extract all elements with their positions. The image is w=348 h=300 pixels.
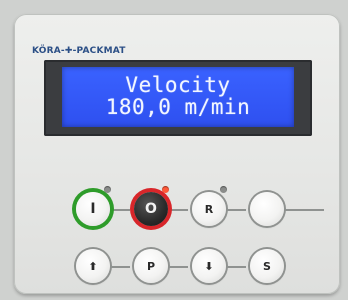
s-label: S [263,259,271,273]
p-button[interactable]: P [134,249,168,283]
connector-line-row2 [168,266,188,268]
control-panel [14,14,340,294]
connector-line-row1 [168,209,188,211]
p-label: P [146,259,156,273]
start-label: I [90,201,96,217]
connector-line-row2 [110,266,130,268]
arrow-down-icon: ⬇ [204,259,214,273]
stop-button[interactable]: O [134,192,168,226]
down-arrow-button[interactable]: ⬇ [192,249,226,283]
start-led [104,186,111,193]
display-line-2: 180,0 m/min [105,95,251,119]
blank-button[interactable] [250,192,284,226]
up-arrow-button[interactable]: ⬆ [76,249,110,283]
stop-led [162,186,169,193]
connector-line-row1 [226,209,246,211]
start-button[interactable]: I [76,192,110,226]
s-button[interactable]: S [250,249,284,283]
brand-logo: KÖRA-✚-PACKMAT [32,46,126,56]
reset-label: R [204,202,214,216]
stop-label: O [145,201,157,217]
lcd-display: Velocity 180,0 m/min [62,67,294,127]
connector-line-row2 [226,266,246,268]
reset-button[interactable]: R [192,192,226,226]
display-line-1: Velocity [125,73,231,97]
reset-led [220,186,227,193]
arrow-up-icon: ⬆ [88,259,98,273]
connector-line-row1 [110,209,130,211]
connector-line-row1 [284,209,324,211]
